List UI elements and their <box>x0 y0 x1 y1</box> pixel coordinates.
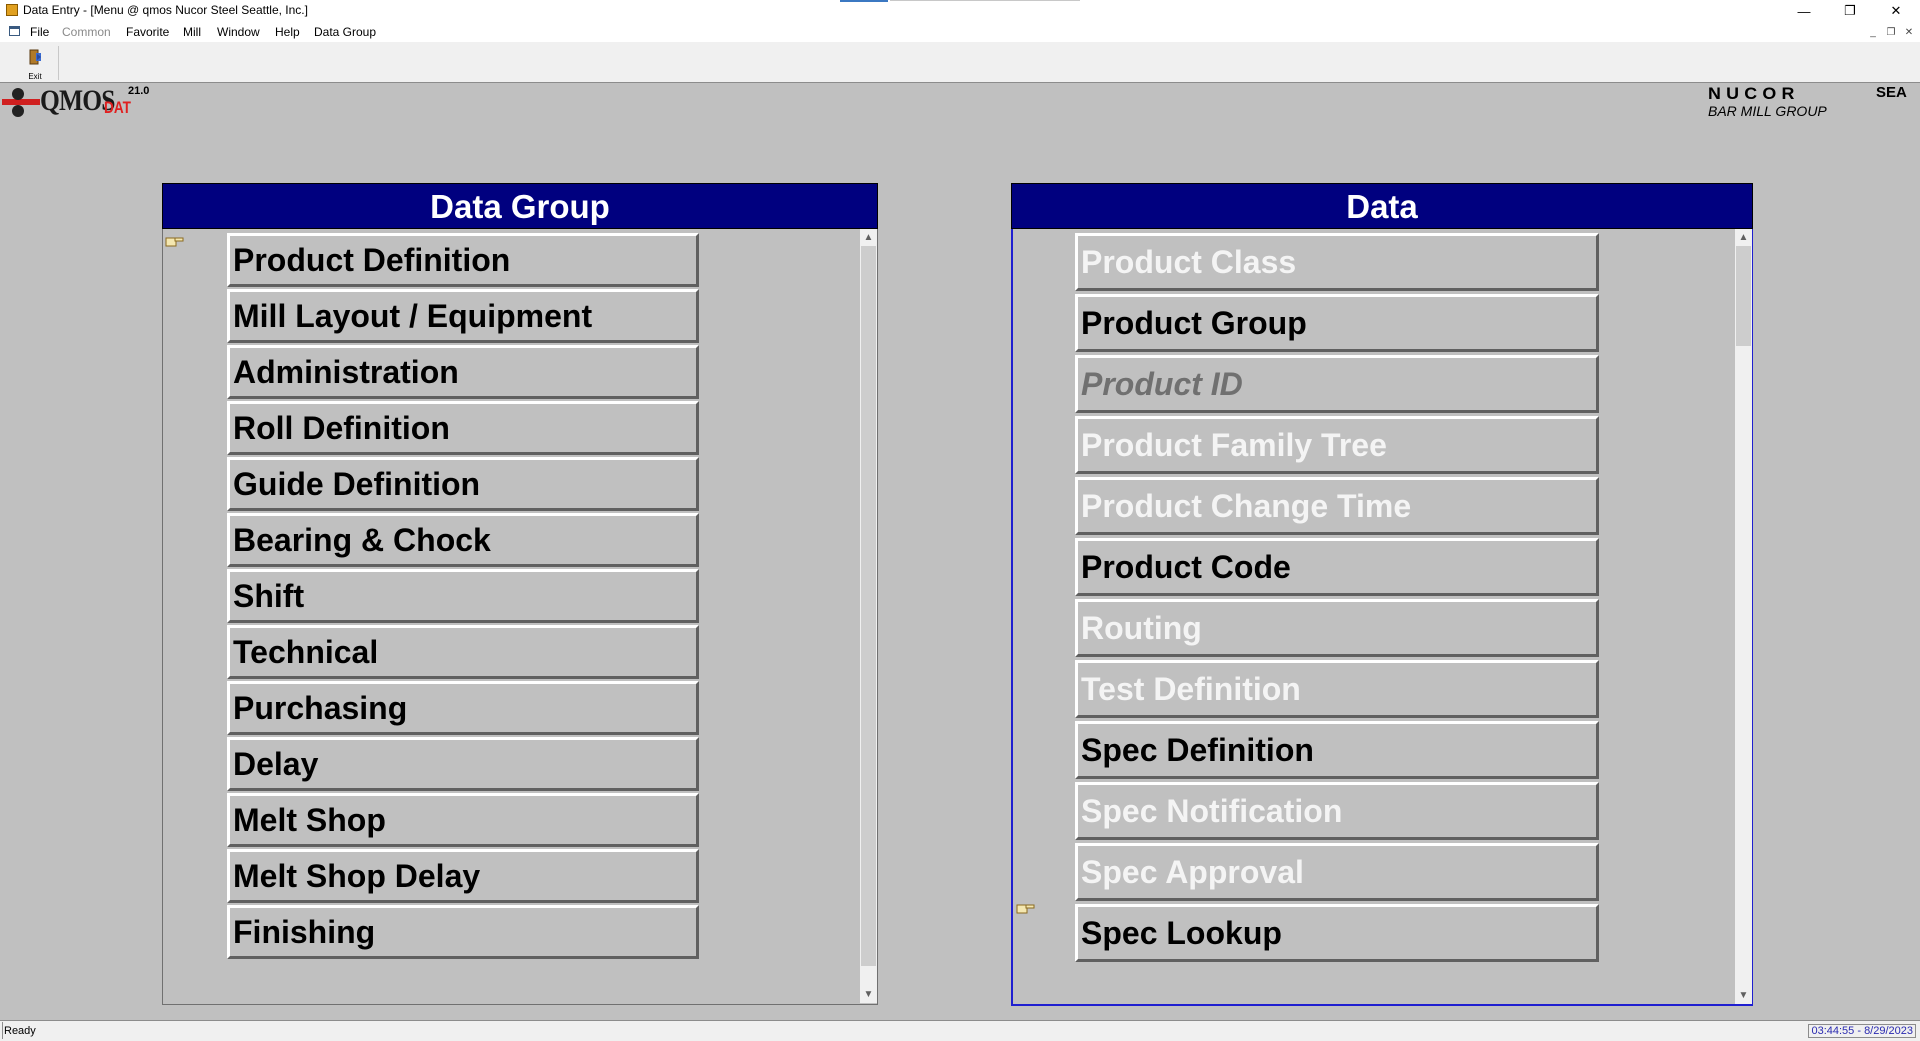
data-group-panel: Data Group Product Definition Mill Layout… <box>162 183 878 1005</box>
menu-mill[interactable]: Mill <box>183 25 201 39</box>
title-bar: Data Entry - [Menu @ qmos Nucor Steel Se… <box>0 0 1920 22</box>
status-text: Ready <box>4 1025 36 1037</box>
data-header: Data <box>1011 183 1753 229</box>
logo-emblem-icon <box>2 88 40 117</box>
data-group-button-finishing[interactable]: Finishing <box>227 905 699 959</box>
logo-version: 21.0 <box>128 85 150 97</box>
data-group-scrollbar[interactable]: ▲ ▼ <box>860 229 877 1003</box>
scroll-thumb[interactable] <box>861 246 876 966</box>
data-button-product-group[interactable]: Product Group <box>1075 294 1599 352</box>
data-group-list: Product Definition Mill Layout / Equipmen… <box>162 229 878 1005</box>
qmos-logo: QMOS DAT 21.0 <box>2 84 162 124</box>
data-button-product-code[interactable]: Product Code <box>1075 538 1599 596</box>
menu-window[interactable]: Window <box>217 25 260 39</box>
data-button-spec-approval[interactable]: Spec Approval <box>1075 843 1599 901</box>
menu-file[interactable]: File <box>30 25 49 39</box>
menu-help[interactable]: Help <box>275 25 300 39</box>
data-button-spec-notification[interactable]: Spec Notification <box>1075 782 1599 840</box>
scroll-up-icon[interactable]: ▲ <box>1735 229 1752 246</box>
data-group-header: Data Group <box>162 183 878 229</box>
data-group-button-guide-definition[interactable]: Guide Definition <box>227 457 699 511</box>
exit-door-icon <box>29 49 41 65</box>
menu-common[interactable]: Common <box>62 25 111 39</box>
data-group-button-shift[interactable]: Shift <box>227 569 699 623</box>
data-group-button-mill-layout-equipment[interactable]: Mill Layout / Equipment <box>227 289 699 343</box>
data-button-routing[interactable]: Routing <box>1075 599 1599 657</box>
data-panel: Data Product Class Product Group Product I… <box>1011 183 1753 1006</box>
data-button-product-change-time[interactable]: Product Change Time <box>1075 477 1599 535</box>
data-button-product-class[interactable]: Product Class <box>1075 233 1599 291</box>
minimize-icon[interactable]: — <box>1781 0 1827 22</box>
data-group-button-purchasing[interactable]: Purchasing <box>227 681 699 735</box>
menu-data-group[interactable]: Data Group <box>314 25 376 39</box>
close-icon[interactable]: ✕ <box>1873 0 1919 22</box>
status-bar: Ready 03:44:55 - 8/29/2023 <box>0 1020 1920 1041</box>
app-icon <box>6 4 18 16</box>
toolbar: Exit <box>0 42 1920 83</box>
brand-company: NUCOR <box>1708 84 1800 103</box>
data-group-button-administration[interactable]: Administration <box>227 345 699 399</box>
brand-division: BAR MILL GROUP <box>1708 103 1827 119</box>
data-button-product-family-tree[interactable]: Product Family Tree <box>1075 416 1599 474</box>
data-scrollbar[interactable]: ▲ ▼ <box>1735 229 1752 1004</box>
menu-bar: File Common Favorite Mill Window Help Da… <box>0 22 1920 42</box>
data-group-button-product-definition[interactable]: Product Definition <box>227 233 699 287</box>
data-group-button-melt-shop[interactable]: Melt Shop <box>227 793 699 847</box>
data-button-product-id[interactable]: Product ID <box>1075 355 1599 413</box>
exit-button[interactable]: Exit <box>12 46 59 81</box>
status-clock: 03:44:55 - 8/29/2023 <box>1808 1024 1916 1038</box>
menu-favorite[interactable]: Favorite <box>126 25 169 39</box>
window-title: Data Entry - [Menu @ qmos Nucor Steel Se… <box>23 3 308 17</box>
data-group-button-melt-shop-delay[interactable]: Melt Shop Delay <box>227 849 699 903</box>
exit-label: Exit <box>28 72 42 81</box>
brand-logo: NUCOR SEA BAR MILL GROUP <box>1708 84 1908 120</box>
pointing-hand-icon <box>165 237 184 247</box>
mdi-minimize-icon[interactable]: _ <box>1866 25 1880 39</box>
restore-icon[interactable]: ❐ <box>1827 0 1873 22</box>
mdi-close-icon[interactable]: ✕ <box>1902 25 1916 39</box>
title-accent <box>840 0 888 2</box>
brand-site: SEA <box>1876 84 1907 101</box>
scroll-thumb[interactable] <box>1736 246 1751 346</box>
scroll-up-icon[interactable]: ▲ <box>860 229 877 246</box>
data-button-spec-lookup[interactable]: Spec Lookup <box>1075 904 1599 962</box>
data-list: Product Class Product Group Product ID Prod… <box>1011 229 1753 1006</box>
scroll-down-icon[interactable]: ▼ <box>1735 987 1752 1004</box>
data-group-button-bearing-chock[interactable]: Bearing & Chock <box>227 513 699 567</box>
data-group-button-delay[interactable]: Delay <box>227 737 699 791</box>
data-button-spec-definition[interactable]: Spec Definition <box>1075 721 1599 779</box>
mdi-restore-icon[interactable]: ❐ <box>1884 25 1898 39</box>
pointing-hand-icon <box>1016 904 1035 914</box>
data-group-button-technical[interactable]: Technical <box>227 625 699 679</box>
document-icon[interactable] <box>9 26 20 36</box>
data-group-button-roll-definition[interactable]: Roll Definition <box>227 401 699 455</box>
scroll-down-icon[interactable]: ▼ <box>860 986 877 1003</box>
logo-module: DAT <box>104 98 131 117</box>
status-separator <box>2 1022 3 1039</box>
data-button-test-definition[interactable]: Test Definition <box>1075 660 1599 718</box>
title-accent-line <box>890 0 1080 1</box>
